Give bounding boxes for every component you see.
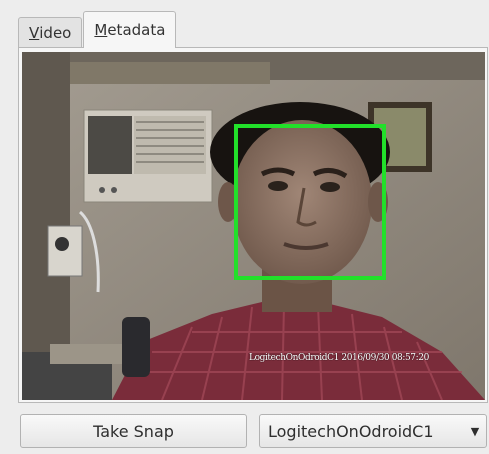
take-snap-button[interactable]: Take Snap bbox=[20, 414, 247, 448]
tab-video-label: ideo bbox=[39, 23, 72, 42]
tab-bar: Video Metadata bbox=[18, 9, 177, 48]
camera-select-value: LogitechOnOdroidC1 bbox=[268, 421, 434, 441]
tab-pane: LogitechOnOdroidC1 2016/09/30 08:57:20 bbox=[18, 47, 488, 403]
tab-metadata[interactable]: Metadata bbox=[83, 11, 177, 48]
video-frame: LogitechOnOdroidC1 2016/09/30 08:57:20 bbox=[22, 52, 485, 400]
tab-metadata-mnemonic: M bbox=[94, 21, 108, 39]
tab-metadata-label: etadata bbox=[107, 21, 166, 39]
face-detection-box bbox=[234, 124, 386, 280]
tab-video[interactable]: Video bbox=[18, 17, 83, 47]
timestamp-overlay: LogitechOnOdroidC1 2016/09/30 08:57:20 bbox=[249, 353, 429, 363]
chevron-down-icon: ▼ bbox=[470, 424, 480, 438]
tab-video-mnemonic: V bbox=[29, 23, 40, 42]
camera-select[interactable]: LogitechOnOdroidC1 ▼ bbox=[259, 414, 487, 448]
